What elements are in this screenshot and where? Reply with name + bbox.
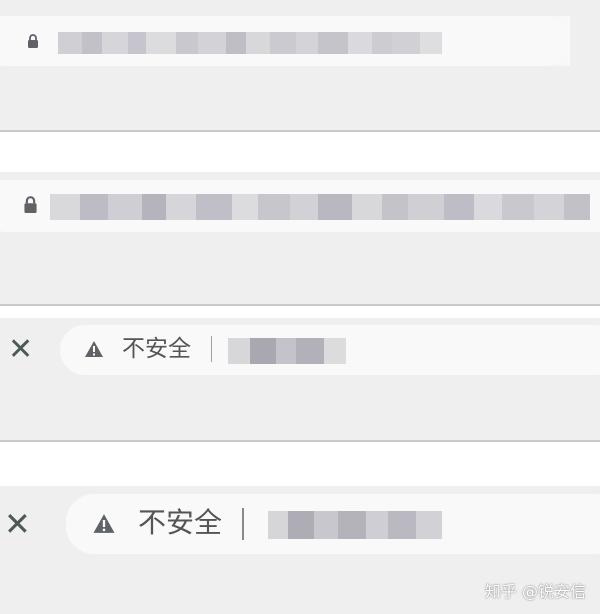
url-text-redacted[interactable] <box>58 32 442 54</box>
close-icon[interactable]: ✕ <box>8 335 33 365</box>
watermark-text: 知乎 @锐安信 <box>484 582 586 601</box>
url-text-redacted[interactable] <box>50 194 600 220</box>
not-secure-label[interactable]: 不安全 <box>138 509 222 537</box>
lock-icon[interactable] <box>27 34 39 48</box>
url-text-redacted[interactable] <box>228 338 346 364</box>
toolbar-divider <box>0 304 600 306</box>
warning-triangle-icon[interactable] <box>92 513 116 534</box>
url-text-redacted[interactable] <box>268 511 442 539</box>
close-icon[interactable]: ✕ <box>4 508 31 540</box>
comparison-screenshot: ✕ 不安全 ✕ 不安全 知乎 @锐安信 <box>0 0 600 614</box>
chip-separator <box>242 508 244 540</box>
not-secure-label[interactable]: 不安全 <box>122 338 191 361</box>
lock-icon[interactable] <box>23 196 38 213</box>
toolbar-divider <box>0 440 600 442</box>
toolbar-divider <box>0 130 600 132</box>
chip-separator <box>211 336 212 362</box>
warning-triangle-icon[interactable] <box>84 340 104 358</box>
